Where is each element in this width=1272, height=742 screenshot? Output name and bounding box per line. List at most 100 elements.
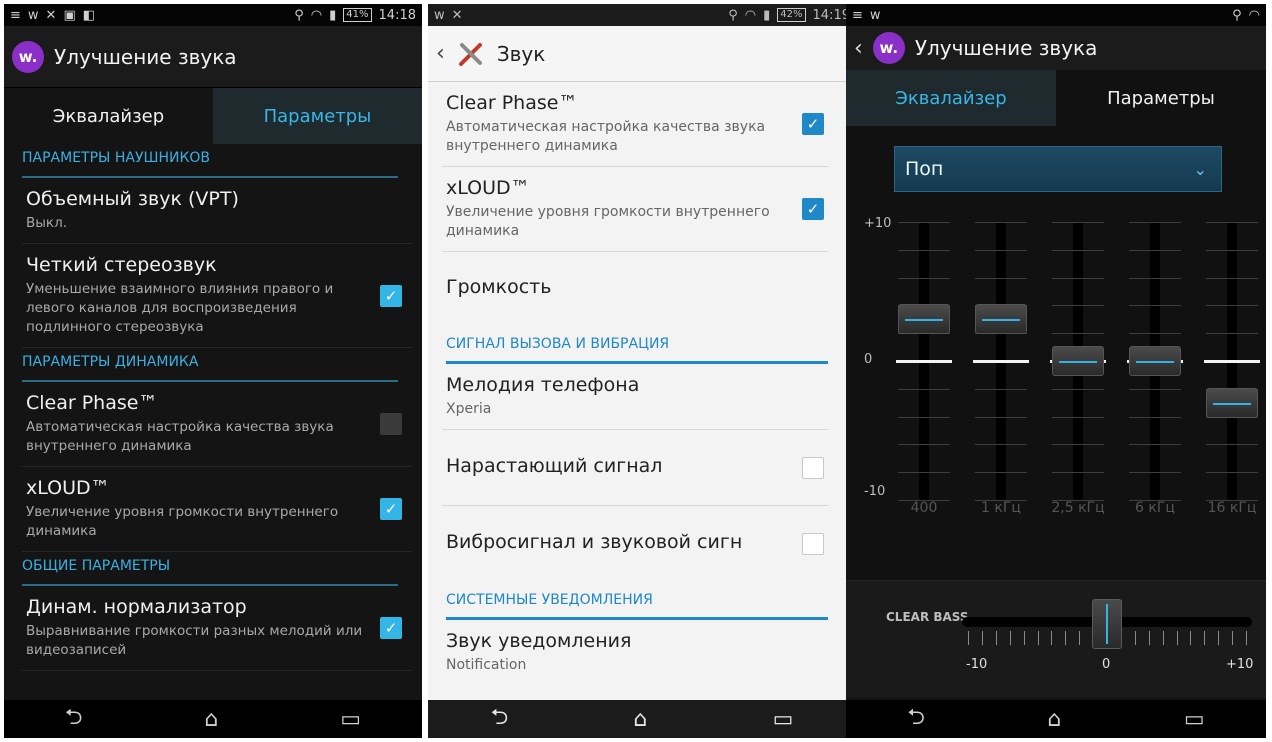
clear-bass-logo: CLEAR BASS (886, 610, 969, 624)
walkman-icon[interactable]: w. (12, 40, 44, 73)
setting-title: xLOUD™ (26, 477, 110, 499)
image-icon: ▣ (63, 7, 76, 23)
eq-band-slider[interactable] (1127, 222, 1183, 502)
section-header-general: ОБЩИЕ ПАРАМЕТРЫ (22, 552, 398, 586)
settings-list: ПАРАМЕТРЫ НАУШНИКОВ Объемный звук (VPT) … (4, 144, 422, 671)
setting-phone-ringtone[interactable]: Мелодия телефона Xperia (442, 364, 828, 430)
setting-xloud[interactable]: xLOUD™ Увеличение уровня громкости внутр… (442, 167, 828, 252)
recents-icon[interactable]: ▭ (773, 707, 794, 732)
clear-bass-tick (1204, 631, 1206, 645)
eq-tick (898, 249, 950, 251)
eq-tick (1206, 222, 1258, 223)
eq-band-slider[interactable] (1050, 222, 1106, 502)
checkbox-checked[interactable]: ✓ (380, 284, 402, 307)
setting-summary: Увеличение уровня громкости внутреннего … (26, 504, 339, 539)
eq-band-slider[interactable] (896, 222, 952, 502)
back-chevron-icon[interactable]: ‹ (436, 41, 445, 66)
tab-bar: Эквалайзер Параметры (4, 88, 422, 144)
setting-vibrate-and-ring[interactable]: Вибросигнал и звуковой сигн (442, 506, 828, 582)
setting-summary: Xperia (446, 401, 492, 417)
eq-tick (1052, 416, 1104, 418)
eq-zero-line (973, 360, 1029, 363)
setting-volume[interactable]: Громкость (442, 252, 828, 326)
eq-band-label: 16 кГц (1207, 500, 1257, 516)
setting-dynamic-normalizer[interactable]: Динам. нормализатор Выравнивание громкос… (22, 586, 412, 671)
checkbox-checked[interactable]: ✓ (380, 617, 402, 639)
setting-summary: Выравнивание громкости разных мелодий ил… (26, 623, 363, 658)
missed-call-icon: ✕ (451, 7, 463, 23)
tab-parameters[interactable]: Параметры (213, 88, 422, 144)
checkbox-checked[interactable]: ✓ (802, 113, 824, 135)
battery-indicator: 41% (343, 8, 372, 22)
tab-equalizer[interactable]: Эквалайзер (4, 88, 213, 144)
navigation-bar: ⮌ ⌂ ▭ (428, 700, 856, 738)
checkbox-unchecked[interactable] (380, 413, 402, 435)
clear-bass-tick (1232, 631, 1234, 645)
status-notifications: ≡ w (852, 8, 881, 23)
home-icon[interactable]: ⌂ (1047, 707, 1061, 732)
eq-band-label: 1 кГц (981, 500, 1021, 516)
home-icon[interactable]: ⌂ (204, 707, 218, 732)
eq-tick (1206, 277, 1258, 279)
eq-band-slider[interactable] (1204, 222, 1260, 502)
clear-bass-thumb[interactable] (1092, 599, 1122, 649)
checkbox-checked[interactable]: ✓ (380, 498, 402, 520)
settings-tools-icon[interactable] (455, 38, 487, 70)
eq-band-thumb[interactable] (1206, 387, 1258, 418)
setting-clear-phase[interactable]: Clear Phase™ Автоматическая настройка ка… (22, 382, 412, 467)
home-icon[interactable]: ⌂ (633, 707, 647, 732)
walkman-small-icon: w (869, 7, 881, 23)
clear-bass-tick (1037, 631, 1039, 645)
eq-band-thumb[interactable] (1052, 346, 1104, 376)
status-bar: ≡ w ⚲ ◠ (846, 4, 1266, 26)
setting-ascending-ringtone[interactable]: Нарастающий сигнал (442, 430, 828, 506)
eq-tick (1206, 444, 1258, 446)
eq-tick (898, 416, 950, 418)
clear-bass-tick (1246, 631, 1247, 645)
eq-tick (1129, 416, 1181, 418)
eq-tick (1129, 444, 1181, 446)
action-bar: ‹ Звук (428, 26, 856, 82)
setting-clear-phase[interactable]: Clear Phase™ Автоматическая настройка ка… (442, 82, 828, 167)
clear-bass-tick (1162, 631, 1164, 645)
eq-zero-line (1204, 360, 1260, 363)
setting-title: Мелодия телефона (446, 374, 640, 396)
bag-icon: ◧ (82, 7, 96, 23)
status-system: ⚲ ◠ ▮ 41% 14:18 (294, 8, 416, 23)
eq-band-thumb[interactable] (1129, 346, 1181, 376)
eq-tick (1052, 444, 1104, 446)
clear-bass-panel: CLEAR BASS -10 0 +10 (846, 580, 1266, 698)
section-header-headphones: ПАРАМЕТРЫ НАУШНИКОВ (22, 144, 398, 178)
clear-bass-tick (1148, 631, 1150, 645)
tab-parameters[interactable]: Параметры (1056, 70, 1266, 126)
eq-band-thumb[interactable] (898, 304, 950, 335)
clear-bass-tick (1176, 631, 1178, 645)
checkbox-unchecked[interactable] (802, 456, 824, 479)
eq-band-slider[interactable] (973, 222, 1029, 502)
setting-summary: Уменьшение взаимного влияния правого и л… (26, 281, 334, 335)
back-icon[interactable]: ⮌ (907, 700, 925, 738)
checkbox-checked[interactable]: ✓ (802, 198, 824, 220)
preset-dropdown[interactable]: Поп ⌄ (894, 146, 1222, 192)
eq-band-thumb[interactable] (975, 304, 1027, 335)
setting-title: Clear Phase™ (26, 392, 158, 414)
eq-tick (898, 277, 950, 279)
clear-bass-max-label: +10 (1226, 657, 1254, 672)
recents-icon[interactable]: ▭ (340, 707, 361, 732)
checkbox-unchecked[interactable] (802, 533, 824, 555)
walkman-icon[interactable]: w. (872, 32, 905, 64)
eq-tick (975, 222, 1027, 223)
back-chevron-icon[interactable]: ‹ (854, 36, 863, 61)
clear-bass-min-label: -10 (966, 657, 988, 672)
setting-vpt[interactable]: Объемный звук (VPT) Выкл. (22, 178, 412, 244)
setting-xloud[interactable]: xLOUD™ Увеличение уровня громкости внутр… (22, 467, 412, 552)
back-icon[interactable]: ⮌ (65, 700, 83, 738)
setting-clear-stereo[interactable]: Четкий стереозвук Уменьшение взаимного в… (22, 244, 412, 348)
tab-equalizer[interactable]: Эквалайзер (846, 70, 1056, 126)
setting-notification-sound[interactable]: Звук уведомления Notification (442, 620, 828, 685)
back-icon[interactable]: ⮌ (491, 700, 509, 738)
walkman-small-icon: w (434, 7, 445, 23)
scale-min-label: -10 (864, 484, 886, 499)
recents-icon[interactable]: ▭ (1184, 707, 1205, 732)
eq-tick (1052, 249, 1104, 251)
